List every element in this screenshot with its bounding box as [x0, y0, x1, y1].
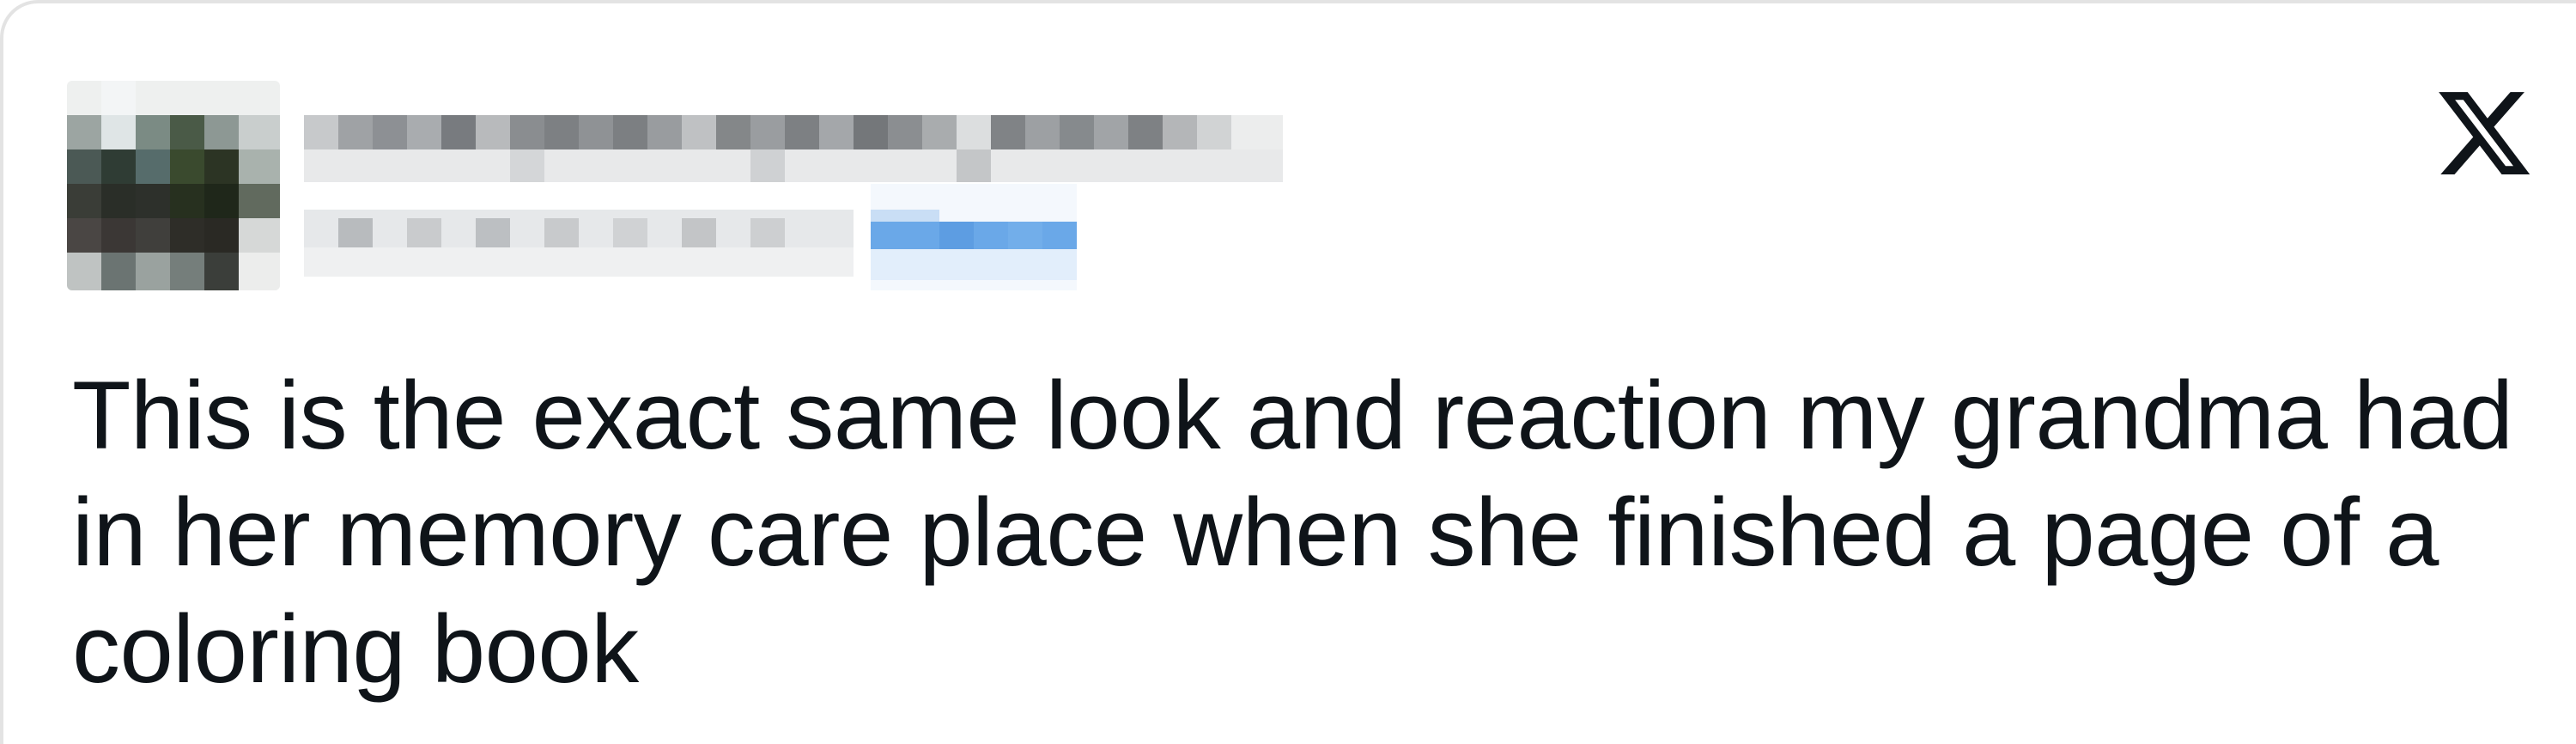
- author-name-redacted[interactable]: [304, 81, 1283, 182]
- x-logo-icon[interactable]: [2433, 82, 2535, 184]
- post-text: This is the exact same look and reaction…: [72, 362, 2513, 703]
- author-handle-redacted[interactable]: [304, 184, 1128, 290]
- post-card: This is the exact same look and reaction…: [0, 0, 2576, 744]
- avatar[interactable]: [67, 81, 280, 290]
